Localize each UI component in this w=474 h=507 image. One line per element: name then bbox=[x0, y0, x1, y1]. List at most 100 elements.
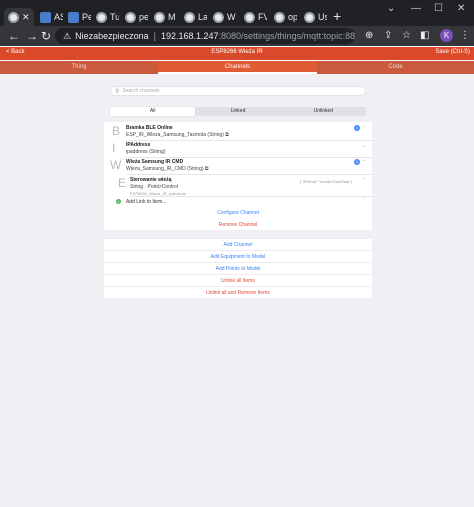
filter-unlinked[interactable]: Unlinked bbox=[281, 107, 366, 116]
tab-label: W bbox=[227, 12, 236, 22]
forward-arrow-icon[interactable]: → bbox=[26, 29, 38, 43]
openhab-icon bbox=[154, 11, 165, 23]
openhab-icon bbox=[184, 11, 195, 23]
tab-label: FV bbox=[258, 12, 267, 22]
maximize-icon[interactable]: ☐ bbox=[434, 3, 443, 14]
tab-label: Tu bbox=[110, 12, 119, 22]
tab-strip: ✕ AS Pe Tu pe M La W bbox=[0, 8, 474, 26]
browser-tab[interactable]: op bbox=[270, 8, 297, 26]
bookmark-star-icon[interactable]: ☆ bbox=[402, 30, 411, 41]
tab-label: Pe bbox=[82, 12, 91, 22]
browser-tab[interactable]: Pe bbox=[64, 8, 91, 26]
new-tab-plus-icon[interactable]: + bbox=[333, 9, 341, 23]
add-link-plus-icon[interactable]: + bbox=[116, 199, 121, 204]
browser-tab[interactable]: FV bbox=[240, 8, 267, 26]
minimize-icon[interactable]: — bbox=[411, 3, 421, 14]
address-separator: | bbox=[153, 31, 156, 41]
omnibox[interactable]: ⚠ Niezabezpieczona | 192.168.1.247 :8080… bbox=[55, 28, 355, 44]
zoom-icon[interactable]: ⊕ bbox=[365, 30, 373, 41]
link-count-badge: 1 bbox=[354, 125, 360, 131]
browser-tab[interactable]: Tu bbox=[92, 8, 119, 26]
row-divider bbox=[126, 174, 372, 175]
browser-tab[interactable]: M bbox=[150, 8, 177, 26]
channel-letter: B bbox=[112, 124, 121, 138]
save-button[interactable]: Save (Ctrl-S) bbox=[435, 49, 470, 55]
channel-item-label: ipaddress (String) bbox=[126, 149, 166, 155]
channel-item-label: Wieza_Samsung_IR_CMD (String) bbox=[126, 166, 204, 172]
configure-channel-button[interactable]: Configure Channel bbox=[104, 210, 372, 216]
menu-dots-icon[interactable]: ⋮ bbox=[460, 30, 470, 41]
warning-icon[interactable]: ⚠ bbox=[63, 31, 71, 42]
google-icon bbox=[125, 11, 136, 23]
add-channel-button[interactable]: Add Channel bbox=[104, 238, 372, 250]
page-title: ESP8266 Wieża IR bbox=[211, 49, 263, 55]
channel-item: Wieza_Samsung_IR_CMD (String) ⧉ bbox=[126, 166, 209, 172]
openhab-icon bbox=[274, 11, 285, 23]
channels-page: ⚲ Search channels All Linked Unlinked B … bbox=[0, 74, 474, 507]
unlink-all-button[interactable]: Unlink all Items bbox=[104, 274, 372, 286]
linked-item-title[interactable]: Sterowanie wieżą bbox=[130, 177, 171, 183]
openhab-icon bbox=[96, 11, 107, 23]
filter-linked[interactable]: Linked bbox=[195, 107, 280, 116]
row-divider bbox=[126, 140, 372, 141]
app-header: < Back ESP8266 Wieża IR Save (Ctrl-S) bbox=[0, 47, 474, 60]
search-placeholder: Search channels bbox=[122, 88, 160, 94]
favicon-icon bbox=[68, 11, 79, 23]
browser-tab[interactable]: La bbox=[180, 8, 207, 26]
openhab-icon bbox=[244, 11, 255, 23]
search-icon: ⚲ bbox=[115, 88, 120, 95]
tab-label: AS bbox=[54, 12, 63, 22]
tab-label: pe bbox=[139, 12, 148, 22]
search-input[interactable]: ⚲ Search channels bbox=[110, 86, 366, 96]
linked-item-type: String · Point>Control bbox=[130, 184, 178, 190]
tab-code[interactable]: Code bbox=[317, 61, 474, 74]
close-tab-icon[interactable]: ✕ bbox=[22, 12, 30, 23]
channel-letter: I bbox=[112, 141, 116, 155]
tab-thing[interactable]: Thing bbox=[0, 61, 158, 74]
reload-icon[interactable]: ↻ bbox=[41, 29, 51, 43]
tab-search-chevron-icon[interactable]: ⌄ bbox=[387, 3, 395, 14]
channel-title[interactable]: Bramka BLE Online bbox=[126, 125, 173, 131]
back-arrow-icon[interactable]: ← bbox=[8, 29, 20, 43]
address-bar-row: ← → ↻ ⚠ Niezabezpieczona | 192.168.1.247… bbox=[0, 26, 474, 46]
item-state: {"IRSend":"Invalid RawData"} bbox=[300, 179, 352, 184]
unlink-remove-button[interactable]: Unlink all and Remove Items bbox=[104, 286, 372, 298]
browser-tab[interactable]: Us bbox=[300, 8, 327, 26]
chevron-right-icon[interactable]: › bbox=[363, 196, 365, 202]
address-host: 192.168.1.247 bbox=[160, 31, 219, 41]
tab-channels[interactable]: Channels bbox=[158, 61, 317, 74]
copy-icon[interactable]: ⧉ bbox=[205, 166, 209, 172]
browser-tab[interactable]: pe bbox=[121, 8, 148, 26]
security-label: Niezabezpieczona bbox=[75, 31, 149, 41]
tab-label: La bbox=[198, 12, 207, 22]
profile-avatar[interactable]: K bbox=[440, 29, 453, 42]
chevron-right-icon[interactable]: › bbox=[363, 124, 365, 130]
openhab-icon bbox=[8, 11, 19, 23]
add-link-button[interactable]: Add Link to Item... bbox=[126, 199, 166, 205]
tab-label: M bbox=[168, 12, 176, 22]
channel-title[interactable]: Wieża Samsung IR CMD bbox=[126, 159, 183, 165]
address-path: :8080/settings/things/mqtt:topic:88624..… bbox=[218, 31, 355, 41]
tab-label: op bbox=[288, 12, 297, 22]
chevron-up-icon[interactable]: ⌃ bbox=[362, 159, 367, 166]
add-equipment-button[interactable]: Add Equipment to Model bbox=[104, 250, 372, 262]
chevron-right-icon[interactable]: › bbox=[363, 176, 365, 182]
chevron-down-icon[interactable]: ⌄ bbox=[362, 142, 367, 149]
copy-icon[interactable]: ⧉ bbox=[225, 132, 229, 138]
favicon-icon bbox=[40, 11, 51, 23]
channel-title[interactable]: IPAddress bbox=[126, 142, 150, 148]
link-count-badge: 1 bbox=[354, 159, 360, 165]
openhab-icon bbox=[213, 11, 224, 23]
filter-all[interactable]: All bbox=[110, 107, 196, 116]
window-close-icon[interactable]: ✕ bbox=[457, 3, 465, 14]
channel-item-label: ESP_IR_Wieza_Samsung_Tasmota (String) bbox=[126, 132, 224, 138]
row-divider bbox=[126, 157, 372, 158]
add-points-button[interactable]: Add Points to Model bbox=[104, 262, 372, 274]
browser-tab-active[interactable]: ✕ bbox=[4, 8, 34, 26]
remove-channel-button[interactable]: Remove Channel bbox=[104, 222, 372, 228]
row-divider bbox=[130, 196, 372, 197]
sidepanel-icon[interactable]: ◧ bbox=[420, 30, 429, 41]
browser-tab[interactable]: AS bbox=[36, 8, 63, 26]
browser-tab[interactable]: W bbox=[209, 8, 236, 26]
share-icon[interactable]: ⇪ bbox=[384, 30, 392, 41]
